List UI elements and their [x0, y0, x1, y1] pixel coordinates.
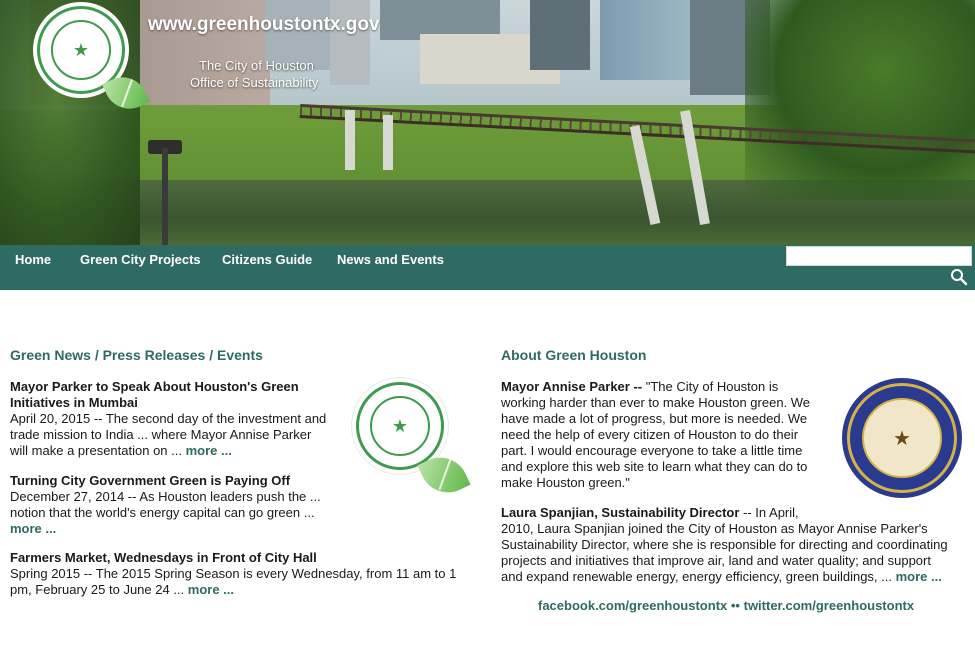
- news-item-body: will make a presentation on ...: [10, 443, 182, 458]
- news-item-body: April 20, 2015 -- The second day of the …: [10, 411, 327, 426]
- city-of-houston-seal: ★: [842, 378, 962, 498]
- link-separator: ••: [730, 598, 740, 613]
- news-item: Farmers Market, Wednesdays in Front of C…: [10, 550, 480, 598]
- news-item-body: December 27, 2014 -- As Houston leaders …: [10, 489, 321, 504]
- mayor-quote-line: part. I would encourage everyone to take…: [501, 443, 803, 458]
- seal-inner: ★: [862, 398, 942, 478]
- more-link[interactable]: more ...: [186, 443, 232, 458]
- banner-building: [530, 0, 590, 70]
- news-item: Mayor Parker to Speak About Houston's Gr…: [10, 379, 340, 459]
- more-link[interactable]: more ...: [188, 582, 234, 597]
- news-heading: Green News / Press Releases / Events: [10, 347, 263, 363]
- news-item-body: trade mission to India ... where Mayor A…: [10, 427, 312, 442]
- mayor-name: Mayor Annise Parker --: [501, 379, 643, 394]
- director-bio-line: projects and initiatives that improve ai…: [501, 553, 931, 568]
- news-item: Turning City Government Green is Paying …: [10, 473, 340, 537]
- lamp-post: [162, 148, 168, 245]
- about-heading: About Green Houston: [501, 347, 647, 363]
- director-bio-line: -- In April,: [739, 505, 799, 520]
- bridge-pier: [383, 115, 393, 170]
- banner-building: [330, 0, 370, 85]
- office-title-line1: The City of Houston: [199, 58, 314, 73]
- facebook-link[interactable]: facebook.com/greenhoustontx: [538, 598, 727, 613]
- site-url: www.greenhoustontx.gov: [148, 14, 380, 35]
- more-link[interactable]: more ...: [10, 521, 56, 536]
- nav-news-and-events[interactable]: News and Events: [337, 252, 444, 267]
- seal-star-icon: ★: [391, 415, 409, 436]
- twitter-link[interactable]: twitter.com/greenhoustontx: [744, 598, 914, 613]
- mayor-quote-line: "The City of Houston is: [645, 379, 779, 394]
- mayor-quote-line: have made a lot of progress, but more is…: [501, 411, 808, 426]
- mayor-quote-line: and explore this web site to learn what …: [501, 459, 808, 474]
- bridge-pier: [345, 110, 355, 170]
- news-item-title[interactable]: Mayor Parker to Speak About Houston's Gr…: [10, 379, 299, 410]
- header-banner: ★ www.greenhoustontx.gov The City of Hou…: [0, 0, 975, 245]
- more-link[interactable]: more ...: [896, 569, 942, 584]
- news-item-body: notion that the world's energy capital c…: [10, 505, 315, 520]
- nav-home[interactable]: Home: [15, 252, 51, 267]
- mayor-quote-line: make Houston green.": [501, 475, 630, 490]
- seal-star-icon: ★: [72, 39, 90, 60]
- director-bio-line: 2010, Laura Spanjian joined the City of …: [501, 521, 928, 536]
- director-name: Laura Spanjian, Sustainability Director: [501, 505, 740, 520]
- nav-citizens-guide[interactable]: Citizens Guide: [222, 252, 312, 267]
- news-item-body: pm, February 25 to June 24 ...: [10, 582, 185, 597]
- director-bio-line: and expand renewable energy, energy effi…: [501, 569, 892, 584]
- director-bio: Laura Spanjian, Sustainability Director …: [501, 505, 971, 585]
- search-input[interactable]: [786, 246, 972, 266]
- news-item-body: Spring 2015 -- The 2015 Spring Season is…: [10, 566, 457, 581]
- office-title-line2: Office of Sustainability: [190, 75, 319, 90]
- nav-green-city-projects[interactable]: Green City Projects: [80, 252, 201, 267]
- seal-inner: ★: [51, 20, 111, 80]
- news-item-title[interactable]: Farmers Market, Wednesdays in Front of C…: [10, 550, 317, 565]
- mayor-quote-line: working harder than ever to make Houston…: [501, 395, 811, 410]
- banner-trees-right: [745, 0, 975, 200]
- director-bio-line: Sustainability Director, where she is re…: [501, 537, 948, 552]
- banner-building: [600, 0, 690, 80]
- mayor-statement: Mayor Annise Parker -- "The City of Hous…: [501, 379, 831, 491]
- magnifier-icon: [951, 269, 968, 286]
- social-links: facebook.com/greenhoustontx •• twitter.c…: [538, 598, 914, 613]
- search-button[interactable]: [950, 268, 970, 286]
- news-item-title[interactable]: Turning City Government Green is Paying …: [10, 473, 290, 488]
- seal-inner: ★: [370, 396, 430, 456]
- seal-star-icon: ★: [893, 427, 911, 450]
- mayor-quote-line: need the help of every citizen of Housto…: [501, 427, 799, 442]
